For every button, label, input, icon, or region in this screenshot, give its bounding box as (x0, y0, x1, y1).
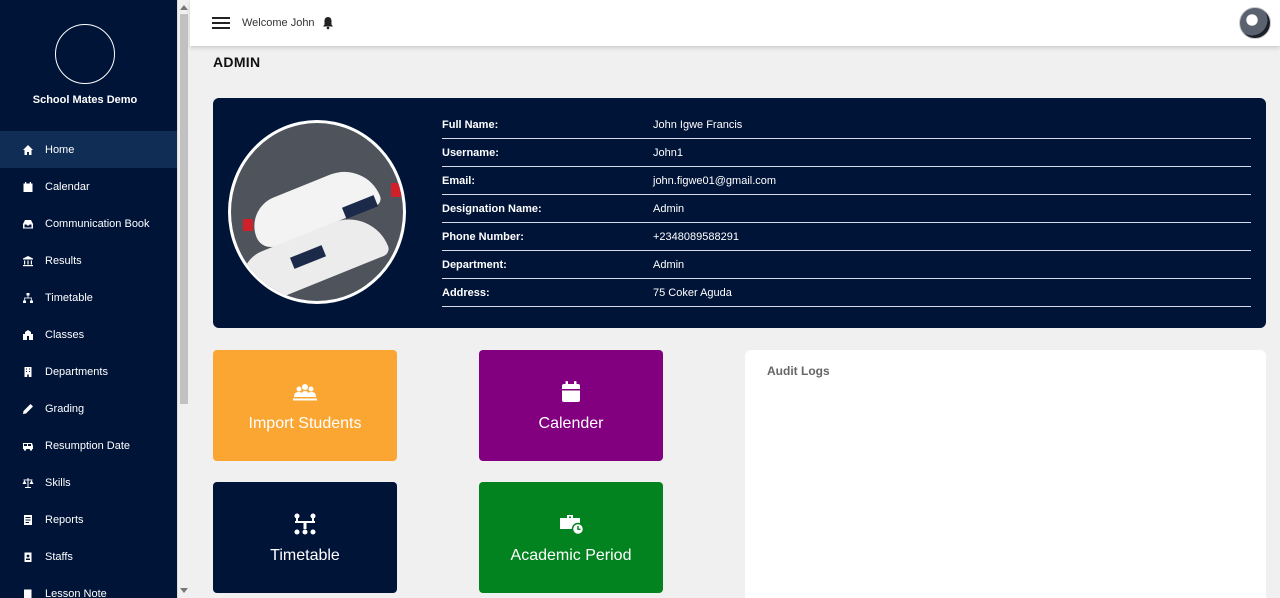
field-label: Phone Number: (442, 230, 524, 243)
book-icon (22, 588, 34, 598)
sidebar-item-grading[interactable]: Grading (0, 390, 177, 427)
field-label: Designation Name: (442, 202, 542, 215)
sidebar-item-label: Home (45, 143, 75, 156)
profile-card: Full Name: John Igwe Francis Username: J… (213, 98, 1266, 328)
profile-row-address: Address: 75 Coker Aguda (442, 279, 1251, 307)
sidebar-item-timetable[interactable]: Timetable (0, 279, 177, 316)
field-value: john.figwe01@gmail.com (653, 174, 777, 187)
sidebar-item-label: Resumption Date (45, 439, 130, 452)
home-icon (22, 144, 34, 156)
calendar-icon (22, 181, 34, 193)
timetable-tile[interactable]: Timetable (213, 482, 397, 593)
profile-info-table: Full Name: John Igwe Francis Username: J… (442, 111, 1251, 307)
scale-icon (22, 477, 34, 489)
field-label: Full Name: (442, 118, 499, 131)
sidebar-item-calendar[interactable]: Calendar (0, 168, 177, 205)
field-label: Address: (442, 286, 490, 299)
audit-logs-title: Audit Logs (767, 364, 830, 378)
academic-period-tile[interactable]: Academic Period (479, 482, 663, 593)
top-bar: Welcome John (190, 0, 1280, 46)
sidebar-item-label: Staffs (45, 550, 73, 563)
profile-row-username: Username: John1 (442, 139, 1251, 167)
sidebar-item-label: Reports (45, 513, 84, 526)
sidebar-item-results[interactable]: Results (0, 242, 177, 279)
school-logo (55, 24, 115, 84)
bell-icon[interactable] (321, 16, 335, 30)
sidebar-nav: Home Calendar Communication Book Results… (0, 131, 177, 598)
sidebar-item-departments[interactable]: Departments (0, 353, 177, 390)
scroll-up-arrow-icon[interactable] (180, 5, 188, 10)
sidebar-item-label: Classes (45, 328, 85, 341)
tile-label: Calender (538, 414, 604, 432)
sidebar-item-label: Departments (45, 365, 108, 378)
field-value: Admin (653, 258, 685, 271)
sidebar-item-label: Lesson Note (45, 587, 107, 598)
building-icon (22, 366, 34, 378)
sidebar-item-label: Skills (45, 476, 71, 489)
scroll-down-arrow-icon[interactable] (180, 588, 188, 593)
field-value: 75 Coker Aguda (653, 286, 732, 299)
sidebar-item-home[interactable]: Home (0, 131, 177, 168)
sitemap-icon (22, 292, 34, 304)
id-badge-icon (22, 551, 34, 563)
report-icon (22, 514, 34, 526)
field-value: Admin (653, 202, 685, 215)
profile-row-email: Email: john.figwe01@gmail.com (442, 167, 1251, 195)
calendar-icon (558, 379, 584, 405)
page-title: ADMIN (213, 54, 261, 70)
sidebar-scrollbar[interactable] (177, 0, 190, 598)
field-value: John Igwe Francis (653, 118, 743, 131)
tile-label: Import Students (248, 414, 362, 432)
user-avatar[interactable] (1239, 7, 1271, 39)
profile-row-full-name: Full Name: John Igwe Francis (442, 111, 1251, 139)
sidebar-item-communication-book[interactable]: Communication Book (0, 205, 177, 242)
sidebar: School Mates Demo Home Calendar Communic… (0, 0, 177, 598)
audit-logs-panel: Audit Logs (745, 350, 1266, 598)
tile-label: Timetable (270, 546, 340, 564)
sidebar-item-staffs[interactable]: Staffs (0, 538, 177, 575)
welcome-text: Welcome John (242, 17, 315, 29)
bus-icon (22, 440, 34, 452)
inbox-icon (22, 218, 34, 230)
sidebar-item-label: Grading (45, 402, 85, 415)
sidebar-item-label: Communication Book (45, 217, 150, 230)
profile-photo (228, 120, 406, 304)
bank-icon (22, 255, 34, 267)
sidebar-item-resumption-date[interactable]: Resumption Date (0, 427, 177, 464)
profile-row-phone: Phone Number: +2348089588291 (442, 223, 1251, 251)
sidebar-item-reports[interactable]: Reports (0, 501, 177, 538)
sidebar-item-skills[interactable]: Skills (0, 464, 177, 501)
profile-row-department: Department: Admin (442, 251, 1251, 279)
calender-tile[interactable]: Calender (479, 350, 663, 461)
school-name: School Mates Demo (32, 94, 138, 106)
profile-row-designation: Designation Name: Admin (442, 195, 1251, 223)
tile-label: Academic Period (510, 546, 632, 564)
field-label: Username: (442, 146, 499, 159)
menu-toggle-icon[interactable] (212, 17, 230, 29)
import-students-tile[interactable]: Import Students (213, 350, 397, 461)
sidebar-item-label: Results (45, 254, 82, 267)
sidebar-item-label: Calendar (45, 180, 90, 193)
briefcase-clock-icon (558, 511, 585, 537)
school-icon (22, 329, 34, 341)
field-label: Email: (442, 174, 476, 187)
sitemap-icon (292, 511, 318, 537)
sidebar-item-classes[interactable]: Classes (0, 316, 177, 353)
field-value: John1 (653, 146, 683, 159)
field-label: Department: (442, 258, 507, 271)
sidebar-item-lesson-note[interactable]: Lesson Note (0, 575, 177, 598)
pen-icon (22, 403, 34, 415)
users-icon (292, 379, 318, 405)
scroll-thumb[interactable] (180, 14, 188, 404)
sidebar-item-label: Timetable (45, 291, 93, 304)
field-value: +2348089588291 (653, 230, 739, 243)
